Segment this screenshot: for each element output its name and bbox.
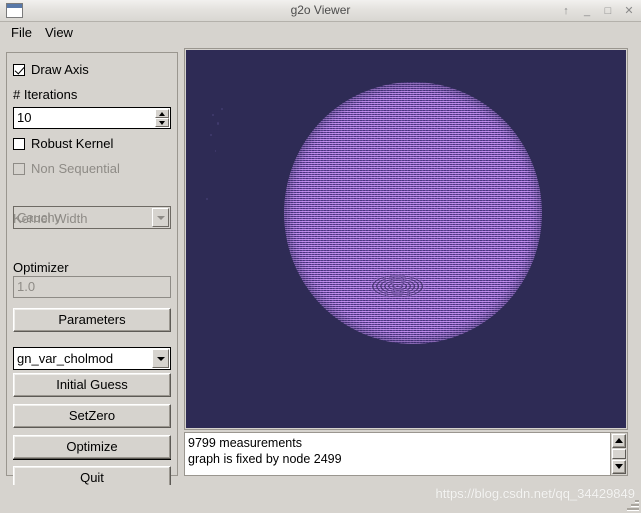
main-content: Draw Axis # Iterations 10 Robust Kernel …	[0, 44, 641, 490]
draw-axis-checkbox-row[interactable]: Draw Axis	[13, 61, 171, 78]
stray-node	[215, 150, 216, 152]
kernel-width-value: 1.0	[17, 279, 36, 294]
draw-axis-checkbox[interactable]	[13, 63, 25, 76]
kernel-width-label: Kernel Width	[13, 211, 88, 226]
kernel-width-input: 1.0	[13, 276, 171, 298]
robust-kernel-checkbox-row[interactable]: Robust Kernel	[13, 135, 171, 152]
stray-node	[212, 114, 214, 116]
iterations-spinbox[interactable]: 10	[13, 107, 171, 129]
non-sequential-checkbox	[13, 162, 25, 175]
log-line-1: 9799 measurements	[188, 436, 302, 450]
chevron-down-icon[interactable]	[152, 349, 169, 368]
window-title: g2o Viewer	[290, 3, 351, 17]
initial-guess-button[interactable]: Initial Guess	[13, 373, 171, 397]
draw-axis-label: Draw Axis	[31, 62, 89, 77]
maximize-button[interactable]: □	[602, 4, 614, 18]
non-sequential-checkbox-row: Non Sequential	[13, 160, 171, 177]
optimizer-combo[interactable]: gn_var_cholmod	[13, 347, 171, 370]
control-panel: Draw Axis # Iterations 10 Robust Kernel …	[6, 52, 178, 490]
log-line-2: graph is fixed by node 2499	[188, 452, 342, 466]
optimizer-label: Optimizer	[13, 260, 69, 275]
g2o-viewer-window: g2o Viewer ↑ _ □ ✕ File View Draw Axis #…	[0, 0, 641, 513]
iterations-label: # Iterations	[13, 87, 78, 102]
scrollbar-thumb[interactable]	[612, 449, 626, 459]
window-controls: ↑ _ □ ✕	[560, 0, 635, 22]
stray-node	[210, 134, 212, 136]
minimize-button[interactable]: _	[581, 4, 593, 18]
sphere-shading	[284, 82, 542, 344]
spin-up-icon[interactable]	[155, 109, 169, 118]
scroll-down-icon[interactable]	[612, 460, 626, 474]
optimize-button[interactable]: Optimize	[13, 435, 171, 459]
log-text[interactable]: 9799 measurements graph is fixed by node …	[185, 433, 610, 475]
gl-viewport[interactable]	[186, 50, 626, 428]
non-sequential-label: Non Sequential	[31, 161, 120, 176]
shade-button[interactable]: ↑	[560, 4, 572, 18]
robust-kernel-label: Robust Kernel	[31, 136, 114, 151]
graph-sphere	[284, 82, 542, 344]
title-bar: g2o Viewer ↑ _ □ ✕	[0, 0, 641, 22]
resize-grip-icon[interactable]	[626, 498, 639, 511]
spin-down-icon[interactable]	[155, 118, 169, 127]
robust-kernel-checkbox[interactable]	[13, 137, 25, 150]
setzero-button[interactable]: SetZero	[13, 404, 171, 428]
log-scrollbar[interactable]	[610, 433, 627, 475]
status-bar	[0, 485, 641, 513]
viewport-frame	[184, 48, 628, 430]
menu-bar: File View	[0, 22, 641, 44]
stray-node	[206, 198, 208, 200]
scroll-up-icon[interactable]	[612, 434, 626, 448]
close-button[interactable]: ✕	[623, 4, 635, 18]
menu-file[interactable]: File	[5, 24, 38, 42]
menu-view[interactable]: View	[39, 24, 79, 42]
parameters-button[interactable]: Parameters	[13, 308, 171, 332]
iterations-spin-buttons[interactable]	[155, 109, 169, 127]
stray-node	[217, 122, 219, 125]
stray-node	[221, 108, 223, 110]
optimizer-value: gn_var_cholmod	[17, 351, 114, 366]
log-panel: 9799 measurements graph is fixed by node …	[184, 432, 628, 476]
iterations-value: 10	[17, 110, 32, 125]
